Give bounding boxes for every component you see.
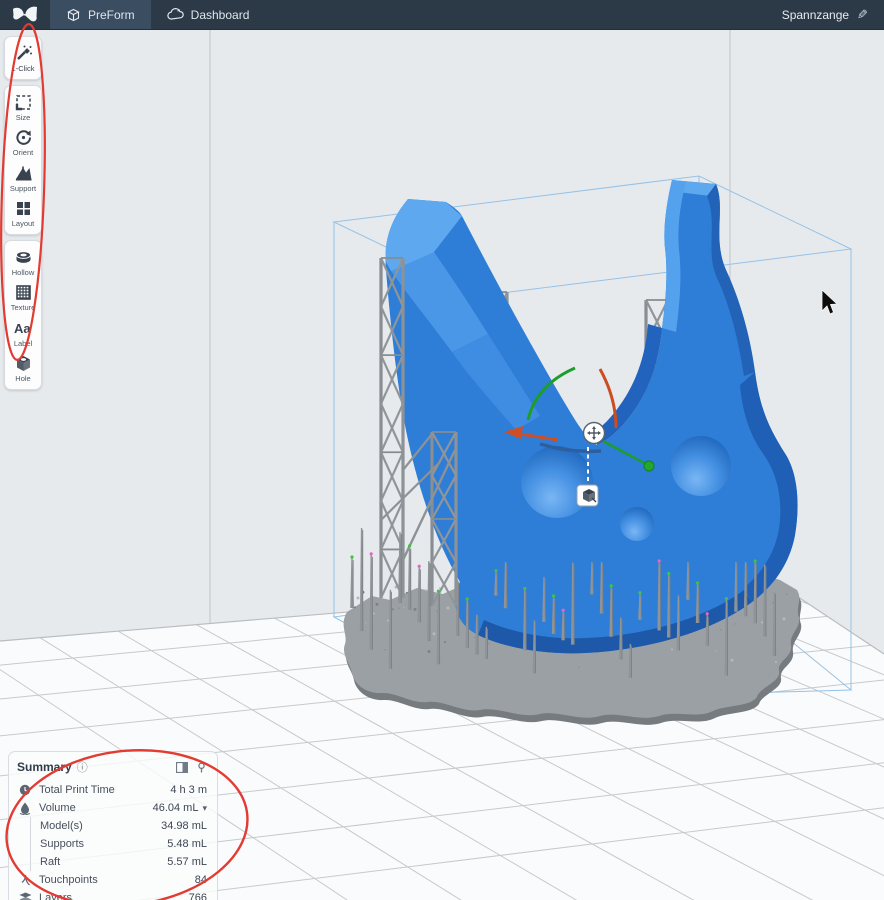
row-label: Total Print Time <box>39 784 115 796</box>
summary-row-touchpoints: Touchpoints 84 <box>17 871 207 889</box>
row-value: 84 <box>195 874 207 886</box>
model-dimple-small <box>620 507 654 541</box>
panel-toggle-icon[interactable] <box>176 762 188 773</box>
magic-wand-icon <box>14 44 33 63</box>
toolgroup-one-click: 1-Click <box>4 36 42 80</box>
model-dimple-right <box>671 436 731 496</box>
toolgroup-modify: Hollow Texture Aa Label Hole <box>4 240 42 390</box>
tool-texture[interactable]: Texture <box>5 279 41 315</box>
row-label: Volume <box>39 802 76 814</box>
tab-preform-label: PreForm <box>88 8 135 22</box>
tool-label: Hole <box>15 375 30 383</box>
drop-to-base-handle[interactable] <box>577 485 598 506</box>
tool-layout[interactable]: Layout <box>5 195 41 231</box>
tool-support[interactable]: Support <box>5 160 41 196</box>
layer-stack-icon <box>19 892 32 900</box>
toolgroup-transform: Size Orient Support Layout <box>4 85 42 235</box>
tool-label-text[interactable]: Aa Label <box>5 315 41 351</box>
summary-row-print-time: Total Print Time 4 h 3 m <box>17 781 207 799</box>
summary-row-raft: Raft 5.57 mL <box>31 853 207 871</box>
row-label: Supports <box>40 838 84 850</box>
row-label: Touchpoints <box>39 874 98 886</box>
tool-label: Label <box>14 340 32 348</box>
tool-hollow[interactable]: Hollow <box>5 244 41 280</box>
info-icon[interactable]: ⓘ <box>77 759 88 775</box>
topbar-spacer <box>265 0 781 29</box>
summary-row-supports: Supports 5.48 mL <box>31 835 207 853</box>
hatch-grid-icon <box>14 283 33 302</box>
volume-breakdown: Model(s) 34.98 mL Supports 5.48 mL Raft … <box>30 817 207 871</box>
clock-icon <box>19 784 31 796</box>
tool-one-click[interactable]: 1-Click <box>5 40 41 76</box>
summary-panel: Summary ⓘ Total Print Time 4 h 3 m Volum… <box>8 751 218 900</box>
tool-label: Support <box>10 185 36 193</box>
row-value: 4 h 3 m <box>170 784 207 796</box>
tool-label: Orient <box>13 149 33 157</box>
support-structure-icon <box>14 164 33 183</box>
app-logo[interactable] <box>0 0 50 29</box>
tool-label: Hollow <box>12 269 35 277</box>
row-value: 5.57 mL <box>167 856 207 868</box>
tool-label: Size <box>16 114 31 122</box>
svg-text:Aa: Aa <box>14 321 31 336</box>
tool-size[interactable]: Size <box>5 89 41 125</box>
summary-title: Summary <box>17 760 72 774</box>
preform-cube-icon <box>66 8 81 22</box>
selection-resize-icon <box>14 93 33 112</box>
tool-orient[interactable]: Orient <box>5 124 41 160</box>
cylinder-icon <box>14 248 33 267</box>
touchpoint-pin-icon <box>20 874 31 886</box>
tool-label: 1-Click <box>12 65 35 73</box>
summary-row-layers: Layers 766 <box>17 889 207 900</box>
top-bar: PreForm Dashboard Spannzange ✎ <box>0 0 884 30</box>
row-label: Model(s) <box>40 820 83 832</box>
summary-row-models: Model(s) 34.98 mL <box>31 817 207 835</box>
row-value: 5.48 mL <box>167 838 207 850</box>
tool-label: Texture <box>11 304 36 312</box>
tab-dashboard[interactable]: Dashboard <box>151 0 266 29</box>
model-dimple-large <box>521 446 593 518</box>
edit-icon[interactable]: ✎ <box>857 7 868 23</box>
project-name: Spannzange <box>782 8 849 22</box>
tab-preform[interactable]: PreForm <box>50 0 151 29</box>
summary-row-volume[interactable]: Volume 46.04 mL ▾ <box>17 799 207 817</box>
dashboard-cloud-icon <box>167 8 184 21</box>
tool-rail: 1-Click Size Orient Support <box>4 36 42 390</box>
tab-dashboard-label: Dashboard <box>191 8 250 22</box>
layout-grid-icon <box>14 199 33 218</box>
label-aa-icon: Aa <box>13 319 33 338</box>
volume-droplet-icon <box>19 802 31 815</box>
row-label: Layers <box>39 892 72 900</box>
gizmo-green-handle[interactable] <box>644 461 654 471</box>
rotate-arrow-icon <box>14 128 33 147</box>
row-value: 46.04 mL <box>153 802 199 814</box>
tool-hole[interactable]: Hole <box>5 350 41 386</box>
butterfly-logo-icon <box>12 6 38 23</box>
pin-icon[interactable] <box>196 762 207 773</box>
row-label: Raft <box>40 856 60 868</box>
row-value: 34.98 mL <box>161 820 207 832</box>
row-value: 766 <box>189 892 207 900</box>
cube-hole-icon <box>14 354 33 373</box>
project-name-area[interactable]: Spannzange ✎ <box>782 0 884 29</box>
tool-label: Layout <box>12 220 35 228</box>
volume-dropdown-caret[interactable]: ▾ <box>202 803 207 814</box>
